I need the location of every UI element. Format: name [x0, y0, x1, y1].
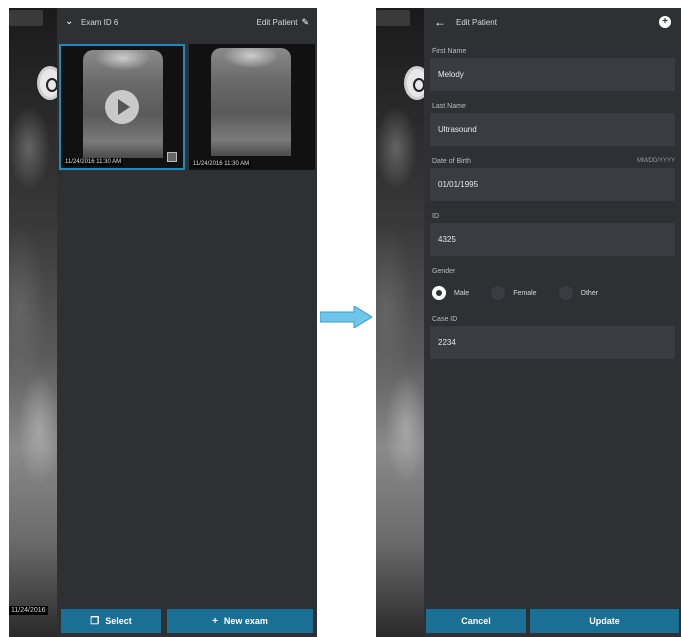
thumbnail-caption: 11/24/2016 11:30 AM — [191, 160, 252, 168]
new-exam-button[interactable]: + New exam — [167, 609, 313, 633]
ultrasound-background — [376, 8, 426, 637]
gender-label: Gender — [432, 267, 456, 275]
ultrasound-tab[interactable] — [376, 10, 410, 26]
radio-icon — [491, 286, 506, 300]
edit-patient-title: Edit Patient — [456, 17, 497, 27]
case-id-field[interactable]: 2234 — [430, 326, 675, 359]
gender-radio-male[interactable]: Male — [432, 286, 469, 300]
last-name-field[interactable]: Ultrasound — [430, 113, 675, 146]
exam-action-bar: ❐ Select + New exam — [57, 603, 317, 637]
case-id-label: Case ID — [432, 315, 458, 323]
ultrasound-background — [9, 8, 59, 637]
plus-icon: + — [212, 615, 218, 627]
cancel-button[interactable]: Cancel — [426, 609, 526, 633]
background-timestamp: 11/24/2016 — [9, 606, 48, 615]
id-label: ID — [432, 212, 439, 220]
select-icon: ❐ — [90, 615, 100, 627]
edit-patient-header: ← Edit Patient + — [424, 8, 681, 36]
gender-radio-group: Male Female Other — [430, 278, 675, 308]
radio-selected-icon — [432, 286, 446, 300]
thumbnail-video[interactable]: 11/24/2016 11:30 AM — [59, 44, 185, 170]
last-name-label: Last Name — [432, 102, 466, 110]
edit-patient-screen: ← Edit Patient + First Name Melody Last … — [376, 8, 681, 637]
edit-patient-panel: ← Edit Patient + First Name Melody Last … — [424, 8, 681, 637]
ultrasound-tab[interactable] — [9, 10, 43, 26]
exam-header: ⌄ Exam ID 6 Edit Patient ✎ — [57, 8, 317, 36]
checkbox-icon[interactable] — [167, 152, 177, 162]
thumbnail-image[interactable]: 11/24/2016 11:30 AM — [189, 44, 315, 170]
play-icon[interactable] — [105, 90, 139, 124]
dob-field[interactable]: 01/01/1995 — [430, 168, 675, 201]
dob-format-hint: MM/DD/YYYY — [636, 158, 675, 164]
first-name-field[interactable]: Melody — [430, 58, 675, 91]
thumbnail-grid: 11/24/2016 11:30 AM 11/24/2016 11:30 AM — [59, 44, 317, 170]
select-label: Select — [105, 616, 132, 626]
dob-label: Date of Birth MM/DD/YYYY — [432, 157, 675, 165]
gender-radio-other[interactable]: Other — [558, 286, 598, 300]
plus-circle-icon[interactable]: + — [659, 16, 671, 28]
radio-icon — [558, 286, 573, 300]
exam-screen: 11/24/2016 ⌄ Exam ID 6 Edit Patient ✎ 11… — [9, 8, 317, 637]
patient-form: First Name Melody Last Name Ultrasound D… — [430, 44, 675, 367]
thumbnail-caption: 11/24/2016 11:30 AM — [63, 158, 124, 166]
exam-title: Exam ID 6 — [81, 17, 119, 27]
edit-patient-link[interactable]: Edit Patient — [257, 18, 298, 27]
exam-panel: ⌄ Exam ID 6 Edit Patient ✎ 11/24/2016 11… — [57, 8, 317, 637]
first-name-label: First Name — [432, 47, 467, 55]
right-arrow-icon — [320, 306, 372, 328]
ultrasound-image — [211, 48, 291, 156]
arrow-left-icon[interactable]: ← — [434, 15, 446, 29]
edit-action-bar: Cancel Update — [424, 607, 681, 637]
new-exam-label: New exam — [223, 616, 268, 626]
gender-radio-female[interactable]: Female — [491, 286, 537, 300]
id-field[interactable]: 4325 — [430, 223, 675, 256]
update-button[interactable]: Update — [530, 609, 679, 633]
select-button[interactable]: ❐ Select — [61, 609, 161, 633]
pencil-icon[interactable]: ✎ — [301, 17, 309, 28]
chevron-down-icon[interactable]: ⌄ — [65, 17, 75, 27]
